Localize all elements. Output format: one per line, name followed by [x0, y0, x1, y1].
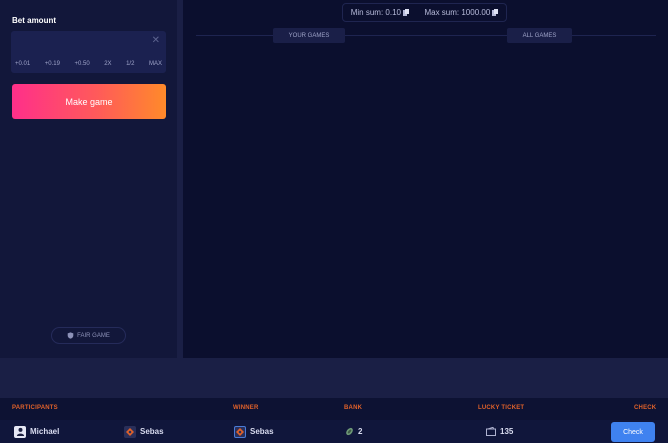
max-sum: Max sum: 1000.00	[424, 8, 499, 17]
quick-bet-half-button[interactable]: 1/2	[126, 57, 134, 71]
participant-cell: Sebas	[124, 420, 164, 443]
max-sum-label: Max sum: 1000.00	[424, 8, 491, 17]
bank-cell: 2	[345, 420, 362, 443]
bet-amount-title: Bet amount	[12, 16, 56, 25]
header-lucky-ticket: LUCKY TICKET	[478, 405, 525, 411]
participant-name: Sebas	[140, 427, 164, 436]
quick-bet-row: +0.01 +0.19 +0.50 2X 1/2 MAX	[11, 57, 166, 71]
tab-all-games[interactable]: ALL GAMES	[507, 28, 572, 43]
coin-icon	[492, 9, 499, 16]
winner-cell: Sebas	[234, 420, 274, 443]
bet-amount-input[interactable]	[11, 31, 166, 53]
min-sum: Min sum: 0.10	[351, 8, 409, 17]
user-icon	[14, 425, 26, 438]
header-winner: WINNER	[233, 405, 259, 411]
fair-game-button[interactable]: FAIR GAME	[51, 327, 126, 344]
check-button[interactable]: Check	[611, 422, 655, 442]
header-bank: BANK	[344, 405, 363, 411]
quick-bet-plus-019-button[interactable]: +0.19	[45, 57, 60, 71]
game-avatar-icon	[124, 425, 136, 438]
bet-panel: Bet amount ✕ +0.01 +0.19 +0.50 2X 1/2 MA…	[0, 0, 177, 358]
header-participants: PARTICIPANTS	[12, 405, 58, 411]
quick-bet-double-button[interactable]: 2X	[104, 57, 111, 71]
quick-bet-max-button[interactable]: MAX	[149, 57, 162, 71]
winner-name: Sebas	[250, 427, 274, 436]
header-check: CHECK	[634, 405, 657, 411]
quick-bet-plus-050-button[interactable]: +0.50	[74, 57, 89, 71]
chip-icon	[346, 427, 353, 436]
shield-icon	[67, 332, 74, 339]
make-game-button[interactable]: Make game	[12, 84, 166, 119]
lucky-ticket-cell: 135	[486, 420, 513, 443]
quick-bet-plus-001-button[interactable]: +0.01	[15, 57, 30, 71]
lucky-ticket-value: 135	[500, 427, 514, 436]
ticket-icon	[486, 427, 496, 436]
bank-value: 2	[358, 427, 363, 436]
table-row: Michael Sebas Sebas 2 135 Check	[0, 420, 668, 443]
bet-limits: Min sum: 0.10 Max sum: 1000.00	[342, 3, 507, 22]
history-header: PARTICIPANTS WINNER BANK LUCKY TICKET CH…	[0, 398, 668, 420]
min-sum-label: Min sum: 0.10	[350, 8, 401, 17]
participant-cell: Michael	[14, 420, 59, 443]
participant-name: Michael	[30, 427, 60, 436]
coin-icon	[402, 9, 409, 16]
games-panel	[183, 0, 668, 358]
tab-your-games[interactable]: YOUR GAMES	[273, 28, 345, 43]
close-icon[interactable]: ✕	[152, 35, 160, 47]
tabs-divider	[196, 35, 656, 36]
bet-input-box: ✕ +0.01 +0.19 +0.50 2X 1/2 MAX	[11, 31, 166, 73]
game-avatar-icon	[234, 425, 246, 438]
fair-game-label: FAIR GAME	[77, 332, 110, 339]
